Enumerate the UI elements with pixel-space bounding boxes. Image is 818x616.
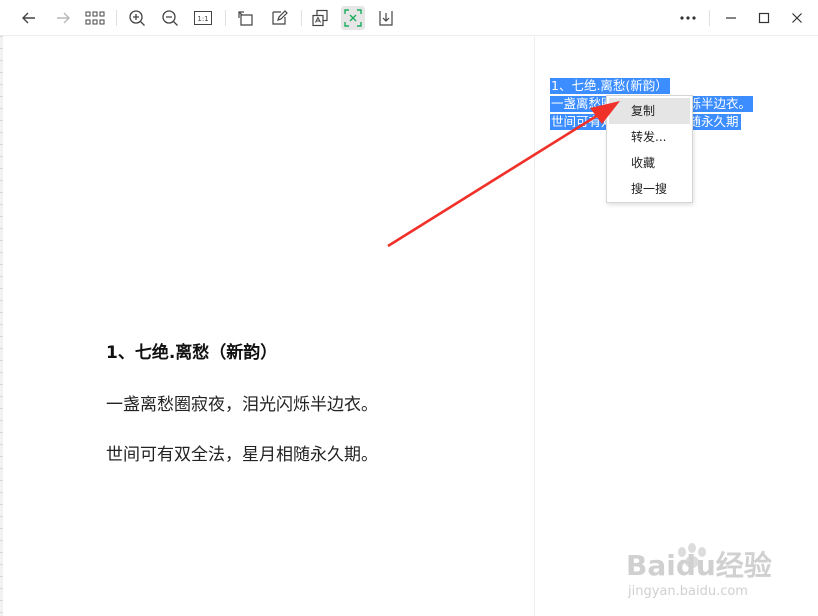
actual-size-button[interactable]: 1:1 xyxy=(191,6,215,30)
rotate-icon xyxy=(238,11,253,26)
more-icon xyxy=(680,16,696,20)
toolbar-separator xyxy=(301,10,302,26)
close-icon xyxy=(792,13,802,23)
edit-icon xyxy=(272,10,288,25)
svg-text:1:1: 1:1 xyxy=(197,15,208,23)
watermark: Baidu经验 jingyan.baidu.com xyxy=(622,540,782,610)
zoom-in-button[interactable] xyxy=(125,6,149,30)
grid-icon xyxy=(85,11,105,25)
ocr-text-icon xyxy=(344,9,362,27)
image-preview xyxy=(3,37,534,616)
maximize-icon xyxy=(758,12,770,24)
grid-view-button[interactable] xyxy=(83,6,107,30)
watermark-url: jingyan.baidu.com xyxy=(628,584,748,599)
rotate-button[interactable] xyxy=(234,6,258,30)
menu-item-forward[interactable]: 转发... xyxy=(607,124,692,150)
back-button[interactable] xyxy=(17,6,41,30)
menu-item-copy[interactable]: 复制 xyxy=(609,98,690,124)
zoom-in-icon xyxy=(129,10,145,26)
ocr-line-1[interactable]: 1、七绝.离愁(新韵） xyxy=(550,78,670,94)
toolbar-separator xyxy=(116,10,117,26)
ocr-text-button[interactable] xyxy=(341,6,365,30)
maximize-button[interactable] xyxy=(752,6,776,30)
forward-button[interactable] xyxy=(51,6,75,30)
actual-size-icon: 1:1 xyxy=(194,11,212,25)
toolbar-separator xyxy=(225,10,226,26)
minimize-button[interactable] xyxy=(719,6,743,30)
menu-item-search[interactable]: 搜一搜 xyxy=(607,176,692,202)
download-icon xyxy=(379,11,393,26)
watermark-brand: Baidu经验 xyxy=(626,549,772,582)
minimize-icon xyxy=(726,17,736,19)
poem-title: 1、七绝.离愁（新韵） xyxy=(106,343,278,363)
more-button[interactable] xyxy=(676,6,700,30)
translate-button[interactable] xyxy=(308,6,332,30)
zoom-out-button[interactable] xyxy=(158,6,182,30)
download-button[interactable] xyxy=(374,6,398,30)
forward-arrow-icon xyxy=(57,12,70,24)
translate-icon xyxy=(312,9,328,27)
toolbar-separator xyxy=(709,10,710,26)
toolbar: 1:1 xyxy=(0,0,818,36)
close-button[interactable] xyxy=(785,6,809,30)
zoom-out-icon xyxy=(162,10,178,26)
poem-line-1: 一盏离愁圈寂夜，泪光闪烁半边衣。 xyxy=(106,395,378,415)
poem-line-2: 世间可有双全法，星月相随永久期。 xyxy=(106,445,378,465)
menu-item-favorite[interactable]: 收藏 xyxy=(607,150,692,176)
edit-button[interactable] xyxy=(267,6,291,30)
context-menu: 复制 转发... 收藏 搜一搜 xyxy=(606,95,693,203)
back-arrow-icon xyxy=(22,12,35,24)
